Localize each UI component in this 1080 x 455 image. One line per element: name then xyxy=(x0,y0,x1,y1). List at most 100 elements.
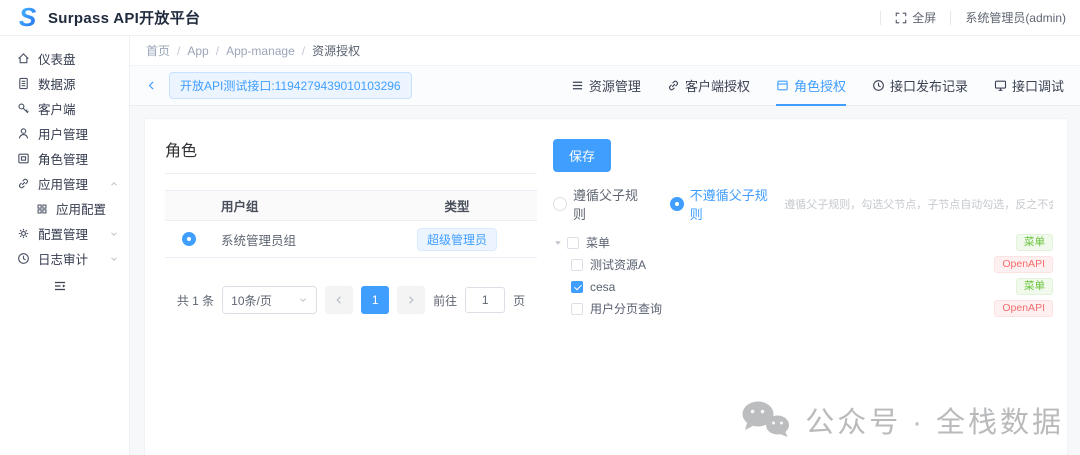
breadcrumb-app[interactable]: App xyxy=(187,44,208,58)
radio-icon xyxy=(670,197,684,211)
tab-label: 接口调试 xyxy=(1012,76,1064,95)
goto-page-input[interactable] xyxy=(465,287,505,313)
resource-tree: 菜单 菜单 测试资源A OpenAPI cesa xyxy=(553,235,1053,316)
tree-node-label: cesa xyxy=(590,280,615,294)
sidebar-item-log-audit[interactable]: 日志审计 xyxy=(0,246,129,271)
divider xyxy=(165,173,537,174)
radio-label: 遵循父子规则 xyxy=(573,185,642,223)
sidebar-item-label: 角色管理 xyxy=(38,149,88,168)
svg-text:S: S xyxy=(19,4,37,31)
node-type-badge: 菜单 xyxy=(1016,278,1053,295)
collapse-icon xyxy=(53,279,67,293)
fullscreen-button[interactable]: 全屏 xyxy=(895,9,936,26)
page-number-button[interactable]: 1 xyxy=(361,286,389,314)
radio-not-follow-rule[interactable]: 不遵循父子规则 xyxy=(670,185,770,223)
chevron-up-icon xyxy=(109,179,119,189)
prev-page-button[interactable] xyxy=(325,286,353,314)
role-auth-card: 角色 用户组 类型 系统管理员组 超级管理员 xyxy=(144,118,1068,455)
checkbox[interactable] xyxy=(567,237,579,249)
row-radio[interactable] xyxy=(182,232,196,246)
tree-node-label: 测试资源A xyxy=(590,256,646,273)
user-icon xyxy=(17,127,30,140)
link-icon xyxy=(667,79,680,92)
sidebar-collapse-button[interactable] xyxy=(0,273,129,299)
file-icon xyxy=(17,77,30,90)
sidebar-item-label: 应用管理 xyxy=(38,174,88,193)
sidebar-item-label: 应用配置 xyxy=(56,199,106,218)
sidebar-item-label: 日志审计 xyxy=(38,249,88,268)
tree-node-cesa[interactable]: cesa 菜单 xyxy=(553,279,1053,294)
page-size-select[interactable]: 10条/页 xyxy=(222,286,317,314)
app-logo: S xyxy=(14,4,41,31)
tab-api-debug[interactable]: 接口调试 xyxy=(994,66,1064,106)
current-user[interactable]: 系统管理员(admin) xyxy=(965,9,1066,26)
content-area: 角色 用户组 类型 系统管理员组 超级管理员 xyxy=(130,106,1080,455)
chevron-down-icon xyxy=(109,254,119,264)
header-divider xyxy=(880,11,881,25)
tab-role-auth[interactable]: 角色授权 xyxy=(776,66,846,106)
sidebar-item-dashboard[interactable]: 仪表盘 xyxy=(0,46,129,71)
fullscreen-label: 全屏 xyxy=(912,9,936,26)
sidebar-item-config-manage[interactable]: 配置管理 xyxy=(0,221,129,246)
toolbar-strip: 开放API测试接口:1194279439010103296 资源管理 客户端授权… xyxy=(130,66,1080,106)
role-icon xyxy=(17,152,30,165)
tree-node-user-page-query[interactable]: 用户分页查询 OpenAPI xyxy=(553,301,1053,316)
checkbox[interactable] xyxy=(571,303,583,315)
table-row[interactable]: 系统管理员组 超级管理员 xyxy=(165,221,537,258)
key-icon xyxy=(17,102,30,115)
sidebar-item-app-config[interactable]: 应用配置 xyxy=(0,196,129,221)
sidebar-item-app-manage[interactable]: 应用管理 xyxy=(0,171,129,196)
sidebar-item-datasource[interactable]: 数据源 xyxy=(0,71,129,96)
rule-options: 遵循父子规则 不遵循父子规则 遵循父子规则，勾选父节点，子节点自动勾选，反之不会… xyxy=(553,185,1053,223)
tab-label: 角色授权 xyxy=(794,76,846,95)
gear-icon xyxy=(17,227,30,240)
tab-label: 客户端授权 xyxy=(685,76,750,95)
app-header: S Surpass API开放平台 全屏 系统管理员(admin) xyxy=(0,0,1080,36)
sidebar-item-users[interactable]: 用户管理 xyxy=(0,121,129,146)
page-size-value: 10条/页 xyxy=(231,292,272,309)
monitor-icon xyxy=(994,79,1007,92)
tree-node-label: 菜单 xyxy=(586,234,610,251)
caret-down-icon[interactable] xyxy=(553,238,567,248)
breadcrumb-current: 资源授权 xyxy=(312,42,360,59)
back-icon[interactable] xyxy=(146,80,157,91)
row-group-cell: 系统管理员组 xyxy=(213,230,377,249)
tab-label: 资源管理 xyxy=(589,76,641,95)
radio-follow-rule[interactable]: 遵循父子规则 xyxy=(553,185,642,223)
checkbox-checked[interactable] xyxy=(571,281,583,293)
pagination: 共 1 条 10条/页 1 前往 页 xyxy=(165,286,537,314)
pagination-total: 共 1 条 xyxy=(177,292,214,309)
auth-panel: 保存 遵循父子规则 不遵循父子规则 遵循父子规则，勾选父节点，子节点自动勾选，反… xyxy=(553,137,1053,455)
row-type-badge: 超级管理员 xyxy=(417,228,497,251)
chevron-down-icon xyxy=(298,295,308,305)
tab-client-auth[interactable]: 客户端授权 xyxy=(667,66,750,106)
sidebar-item-roles[interactable]: 角色管理 xyxy=(0,146,129,171)
tree-node-test-resource-a[interactable]: 测试资源A OpenAPI xyxy=(553,257,1053,272)
tab-resource-manage[interactable]: 资源管理 xyxy=(571,66,641,106)
clock-icon xyxy=(872,79,885,92)
save-button[interactable]: 保存 xyxy=(553,139,611,172)
sidebar-item-label: 配置管理 xyxy=(38,224,88,243)
radio-icon xyxy=(553,197,567,211)
home-icon xyxy=(17,52,30,65)
checkbox[interactable] xyxy=(571,259,583,271)
tab-publish-record[interactable]: 接口发布记录 xyxy=(872,66,968,106)
breadcrumb-app-manage[interactable]: App-manage xyxy=(226,44,295,58)
link-icon xyxy=(17,177,30,190)
rule-hint: 遵循父子规则，勾选父节点，子节点自动勾选，反之不会勾选 xyxy=(784,196,1053,212)
sidebar-item-label: 用户管理 xyxy=(38,124,88,143)
fullscreen-icon xyxy=(895,12,907,24)
app-title: Surpass API开放平台 xyxy=(48,7,200,28)
page-unit-label: 页 xyxy=(513,292,525,309)
sidebar-item-client[interactable]: 客户端 xyxy=(0,96,129,121)
sidebar-item-label: 数据源 xyxy=(38,74,76,93)
next-page-button[interactable] xyxy=(397,286,425,314)
api-chip[interactable]: 开放API测试接口:1194279439010103296 xyxy=(169,72,412,99)
page-title: 角色 xyxy=(165,137,537,161)
breadcrumb-separator: / xyxy=(302,44,305,58)
tree-node-menu[interactable]: 菜单 菜单 xyxy=(553,235,1053,250)
breadcrumb-home[interactable]: 首页 xyxy=(146,42,170,59)
table-header-group: 用户组 xyxy=(213,196,377,215)
role-panel: 角色 用户组 类型 系统管理员组 超级管理员 xyxy=(165,137,537,455)
header-divider xyxy=(950,11,951,25)
